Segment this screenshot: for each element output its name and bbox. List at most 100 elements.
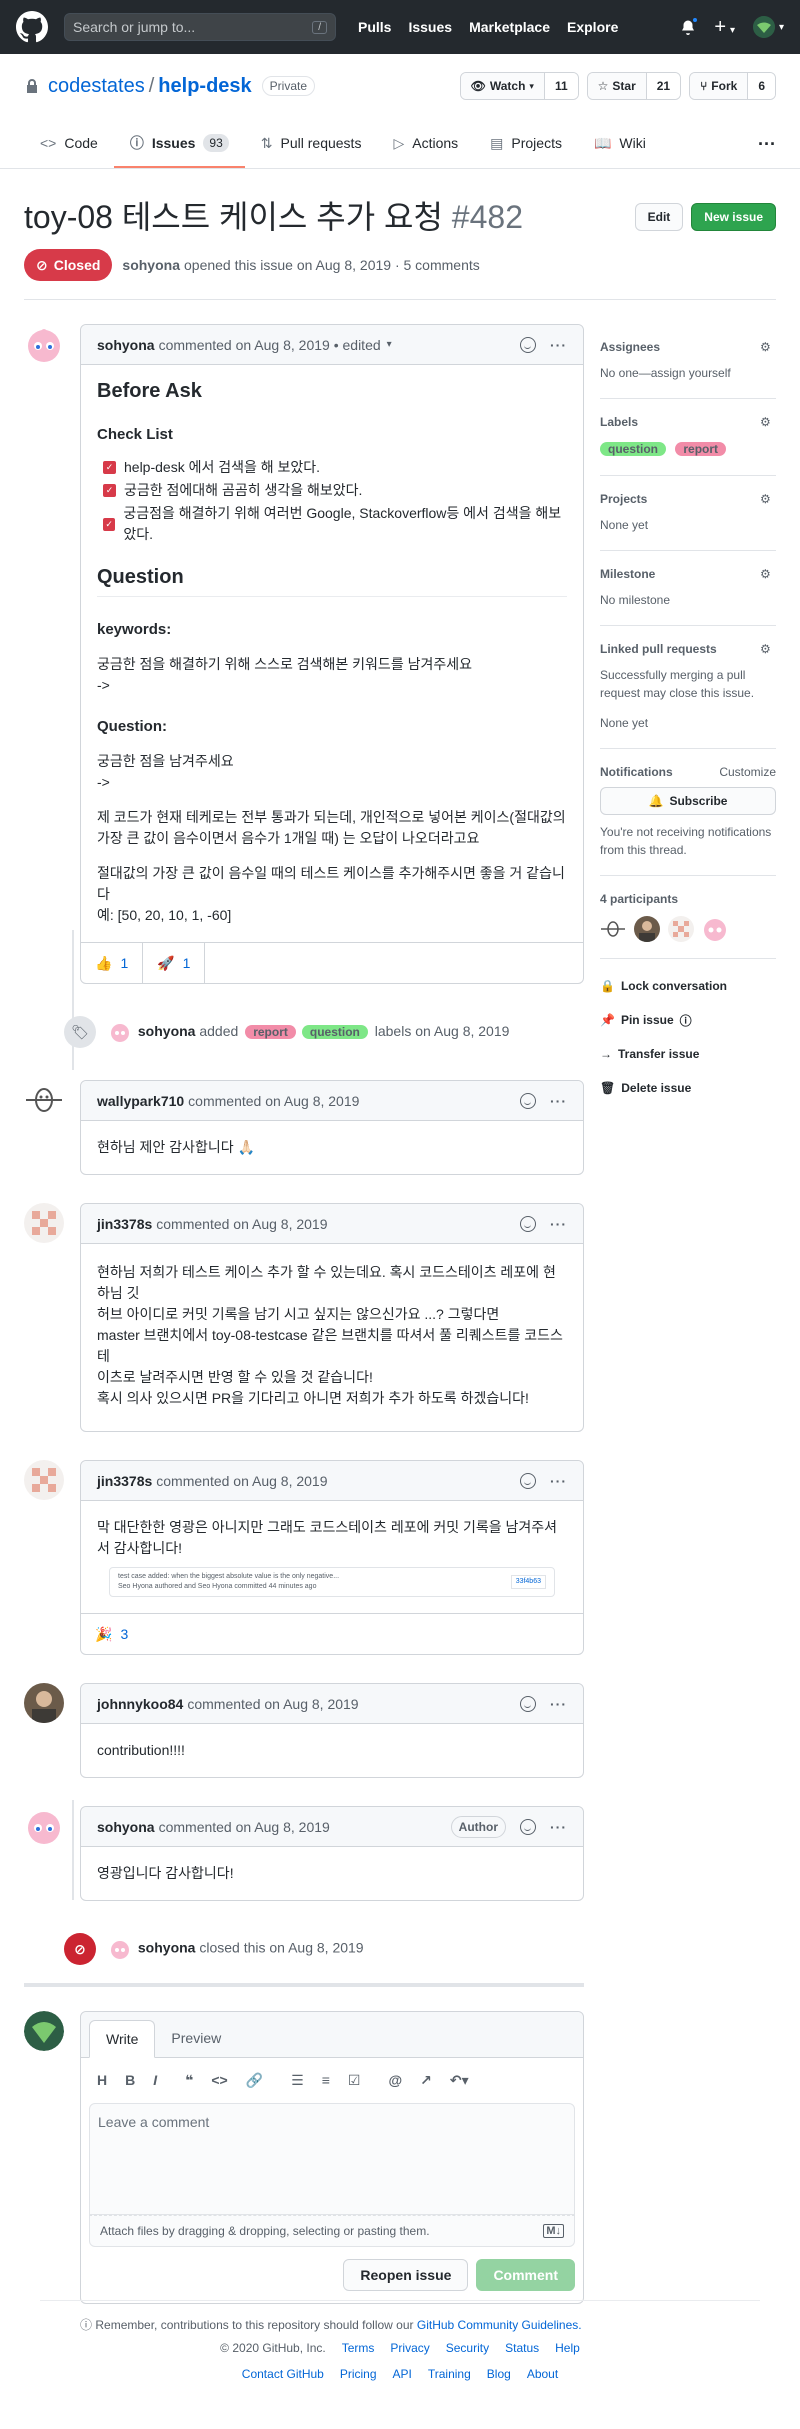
footer-link[interactable]: Terms (342, 2341, 375, 2355)
participant-avatar[interactable] (634, 916, 660, 942)
mention-icon[interactable]: @ (388, 2072, 402, 2089)
watch-count[interactable]: 11 (543, 73, 578, 99)
footer-link[interactable]: Blog (487, 2367, 511, 2381)
event-actor-avatar[interactable] (110, 1022, 130, 1043)
italic-icon[interactable]: I (153, 2072, 157, 2089)
comment-textarea[interactable]: Leave a comment (89, 2103, 575, 2215)
bold-icon[interactable]: B (125, 2072, 135, 2089)
unordered-list-icon[interactable]: ☰ (291, 2072, 304, 2089)
participant-avatar[interactable] (600, 916, 626, 942)
tab-wiki[interactable]: 📖 Wiki (578, 120, 662, 168)
event-actor[interactable]: sohyona (138, 1940, 196, 1956)
footer-link[interactable]: About (527, 2367, 558, 2381)
nav-pulls[interactable]: Pulls (358, 19, 391, 35)
comment-author[interactable]: sohyona (97, 1819, 155, 1835)
issue-author-link[interactable]: sohyona (122, 257, 180, 273)
subscribe-button[interactable]: 🔔 Subscribe (600, 787, 776, 815)
comment-author[interactable]: johnnykoo84 (97, 1696, 183, 1712)
user-menu[interactable]: ▾ (752, 16, 784, 38)
cross-reference-icon[interactable]: ↗ (420, 2072, 432, 2089)
file-attachment[interactable]: Attach files by dragging & dropping, sel… (89, 2215, 575, 2247)
footer-link[interactable]: Status (505, 2341, 539, 2355)
checkbox-checked-icon[interactable]: ✓ (103, 461, 116, 474)
chevron-down-icon[interactable]: ▾ (387, 339, 392, 350)
nav-issues[interactable]: Issues (408, 19, 452, 35)
avatar[interactable] (24, 1806, 64, 1846)
kebab-horizontal-icon[interactable]: ··· (550, 1819, 567, 1835)
tab-issues[interactable]: ⓘ Issues 93 (113, 120, 245, 168)
quote-icon[interactable]: ❝ (185, 2072, 193, 2089)
reaction-rocket[interactable]: 🚀 1 (143, 942, 206, 984)
comment-author[interactable]: jin3378s (97, 1216, 152, 1232)
add-reaction-icon[interactable] (520, 336, 536, 353)
transfer-issue-button[interactable]: → Transfer issue (600, 1037, 776, 1071)
kebab-horizontal-icon[interactable]: ··· (550, 1473, 567, 1489)
create-new-menu[interactable]: + ▾ (714, 16, 735, 39)
reaction-tada[interactable]: 🎉 3 (81, 1614, 142, 1655)
add-reaction-icon[interactable] (520, 1472, 536, 1489)
tasklist-icon[interactable]: ☑ (348, 2072, 361, 2089)
repo-name-link[interactable]: help-desk (158, 75, 251, 98)
nav-explore[interactable]: Explore (567, 19, 618, 35)
add-reaction-icon[interactable] (520, 1092, 536, 1109)
comment-author[interactable]: wallypark710 (97, 1093, 184, 1109)
tab-code[interactable]: <> Code (24, 120, 114, 168)
label-report[interactable]: report (675, 442, 727, 456)
add-reaction-icon[interactable] (520, 1215, 536, 1232)
pin-issue-button[interactable]: 📌 Pin issue ⓘ (600, 1003, 776, 1037)
kebab-horizontal-icon[interactable]: ··· (550, 1696, 567, 1712)
checkbox-checked-icon[interactable]: ✓ (103, 517, 116, 531)
more-tabs-icon[interactable]: ··· (758, 120, 776, 168)
preview-tab[interactable]: Preview (155, 2019, 237, 2057)
tab-projects[interactable]: ▤ Projects (474, 120, 578, 168)
assignees-value[interactable]: No one—assign yourself (600, 364, 776, 382)
notifications-bell-icon[interactable] (680, 16, 700, 35)
event-actor[interactable]: sohyona (138, 1023, 196, 1039)
reaction-thumbs-up[interactable]: 👍 1 (81, 942, 144, 984)
gear-icon[interactable]: ⚙ (760, 567, 776, 583)
github-logo-icon[interactable] (16, 11, 48, 43)
ordered-list-icon[interactable]: ≡ (322, 2072, 330, 2089)
gear-icon[interactable]: ⚙ (760, 642, 776, 658)
label-question[interactable]: question (600, 442, 666, 456)
tab-actions[interactable]: ▷ Actions (377, 120, 474, 168)
comment-author[interactable]: jin3378s (97, 1473, 152, 1489)
comment-author[interactable]: sohyona (97, 337, 155, 353)
fork-count[interactable]: 6 (747, 73, 775, 99)
footer-link[interactable]: Security (446, 2341, 489, 2355)
label-question[interactable]: question (301, 1024, 368, 1039)
checkbox-checked-icon[interactable]: ✓ (103, 484, 116, 497)
gear-icon[interactable]: ⚙ (760, 340, 776, 356)
footer-link[interactable]: Pricing (340, 2367, 377, 2381)
customize-link[interactable]: Customize (719, 765, 776, 779)
repo-owner-link[interactable]: codestates (48, 75, 145, 98)
participant-avatar[interactable] (702, 916, 728, 942)
avatar[interactable] (24, 1080, 64, 1120)
kebab-horizontal-icon[interactable]: ··· (550, 1093, 567, 1109)
new-issue-button[interactable]: New issue (691, 203, 776, 231)
footer-link[interactable]: Contact GitHub (242, 2367, 324, 2381)
add-reaction-icon[interactable] (520, 1695, 536, 1712)
label-report[interactable]: report (245, 1024, 296, 1039)
footer-link[interactable]: Training (428, 2367, 471, 2381)
reply-icon[interactable]: ↶▾ (450, 2072, 469, 2089)
nav-marketplace[interactable]: Marketplace (469, 19, 550, 35)
star-button[interactable]: ☆ Star 21 (586, 72, 682, 100)
star-count[interactable]: 21 (645, 73, 681, 99)
lock-conversation-button[interactable]: 🔒 Lock conversation (600, 969, 776, 1003)
tab-pull-requests[interactable]: ⇅ Pull requests (245, 120, 378, 168)
watch-button[interactable]: 👁 Watch ▾ 11 (459, 72, 579, 100)
delete-issue-button[interactable]: 🗑 Delete issue (600, 1071, 776, 1105)
kebab-horizontal-icon[interactable]: ··· (550, 1216, 567, 1232)
link-icon[interactable]: 🔗 (246, 2072, 263, 2089)
heading-icon[interactable]: H (97, 2072, 107, 2089)
avatar[interactable] (24, 324, 64, 364)
kebab-horizontal-icon[interactable]: ··· (550, 337, 567, 353)
add-reaction-icon[interactable] (520, 1818, 536, 1835)
reopen-issue-button[interactable]: Reopen issue (343, 2259, 469, 2291)
avatar[interactable] (24, 1683, 64, 1723)
gear-icon[interactable]: ⚙ (760, 415, 776, 431)
event-actor-avatar[interactable] (110, 1939, 130, 1959)
gear-icon[interactable]: ⚙ (760, 492, 776, 508)
comment-button[interactable]: Comment (476, 2259, 575, 2291)
